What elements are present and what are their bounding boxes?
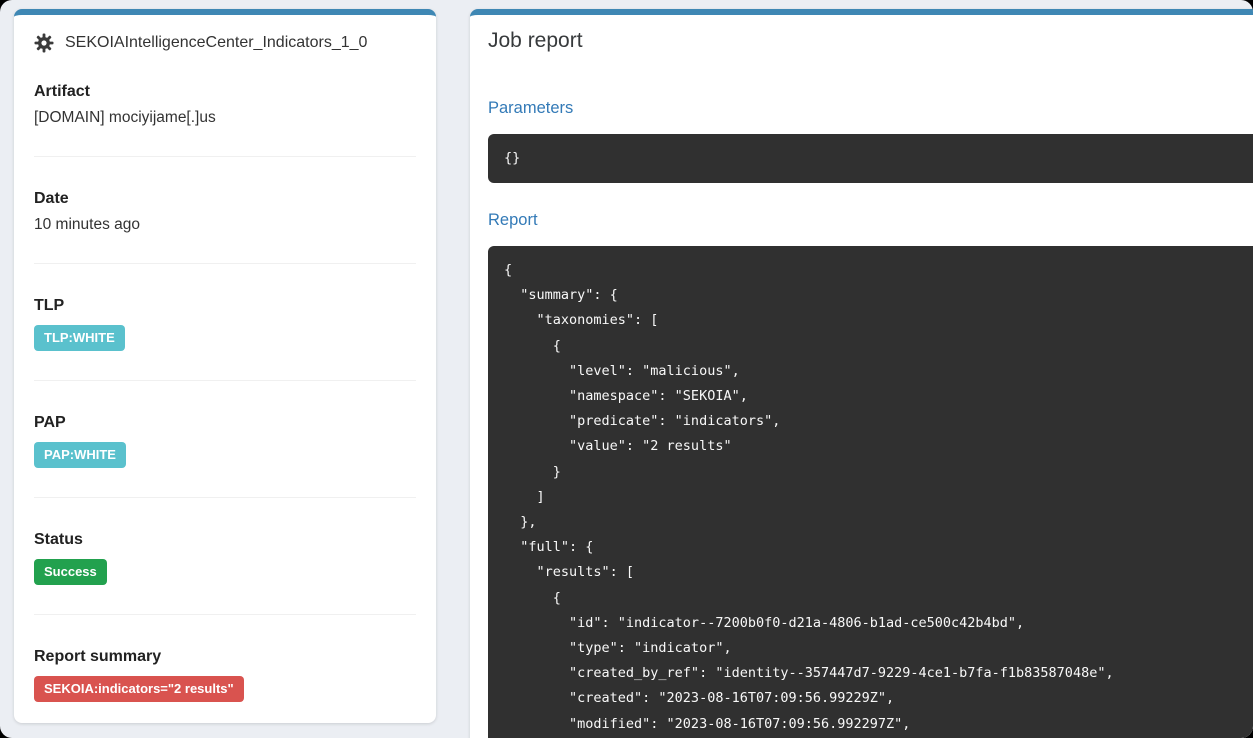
artifact-label: Artifact [34, 83, 416, 101]
report-summary-label: Report summary [34, 648, 416, 666]
report-heading[interactable]: Report [488, 210, 1253, 230]
status-badge: Success [34, 559, 107, 585]
section-pap: PAP PAP:WHITE [34, 380, 416, 497]
gear-icon [34, 33, 54, 53]
section-status: Status Success [34, 497, 416, 614]
page-background: SEKOIAIntelligenceCenter_Indicators_1_0 … [0, 0, 1253, 738]
parameters-heading[interactable]: Parameters [488, 98, 1253, 118]
report-code-block: { "summary": { "taxonomies": [ { "level"… [488, 246, 1253, 738]
section-artifact: Artifact [DOMAIN] mociyijame[.]us [34, 53, 416, 156]
tlp-label: TLP [34, 297, 416, 315]
status-label: Status [34, 531, 416, 549]
page-title: Job report [488, 29, 1253, 53]
analyzer-name: SEKOIAIntelligenceCenter_Indicators_1_0 [65, 34, 367, 52]
section-date: Date 10 minutes ago [34, 156, 416, 263]
section-report-summary: Report summary SEKOIA:indicators="2 resu… [34, 614, 416, 731]
date-value: 10 minutes ago [34, 216, 416, 234]
analyzer-header: SEKOIAIntelligenceCenter_Indicators_1_0 [14, 15, 436, 53]
artifact-value: [DOMAIN] mociyijame[.]us [34, 109, 416, 127]
report-summary-badge: SEKOIA:indicators="2 results" [34, 676, 244, 702]
job-summary-card: SEKOIAIntelligenceCenter_Indicators_1_0 … [14, 9, 436, 723]
tlp-badge: TLP:WHITE [34, 325, 125, 351]
pap-badge: PAP:WHITE [34, 442, 126, 468]
date-label: Date [34, 190, 416, 208]
pap-label: PAP [34, 414, 416, 432]
parameters-code-block: {} [488, 134, 1253, 183]
section-tlp: TLP TLP:WHITE [34, 263, 416, 380]
job-report-card: Job report Parameters {} Report { "summa… [470, 9, 1253, 738]
